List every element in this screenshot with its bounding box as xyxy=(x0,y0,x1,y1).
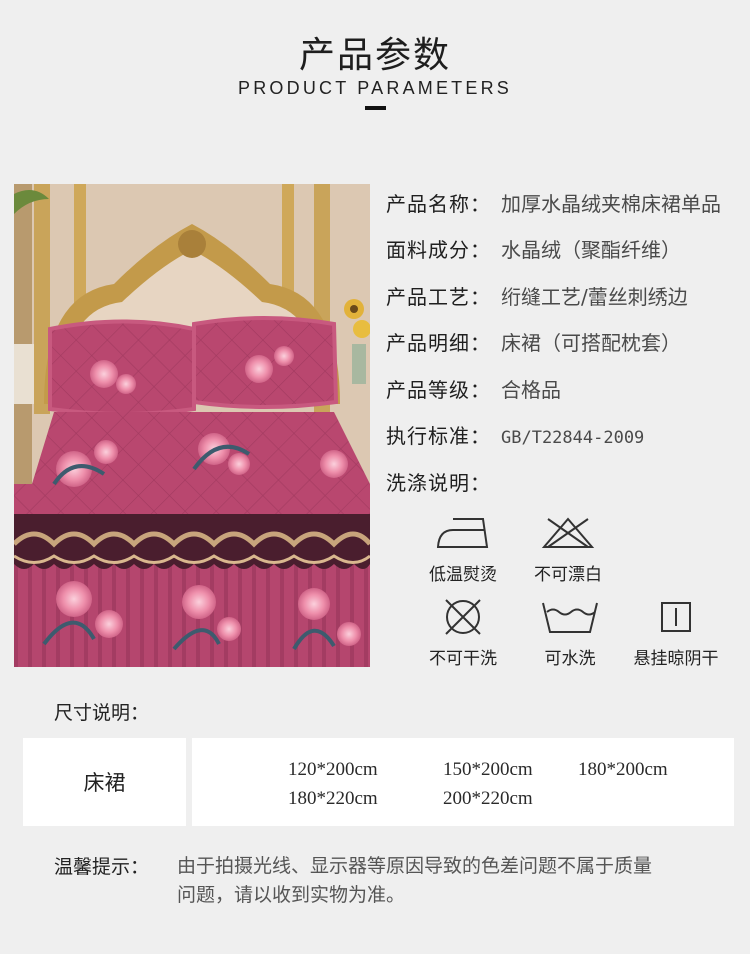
param-value: 水晶绒（聚酯纤维） xyxy=(501,238,681,262)
param-label: 产品工艺： xyxy=(386,285,491,309)
param-value: 合格品 xyxy=(501,378,561,402)
care-item-dryclean: 不可干洗 xyxy=(408,594,518,669)
param-row-material: 面料成分： 水晶绒（聚酯纤维） xyxy=(386,234,681,263)
care-label: 不可漂白 xyxy=(534,565,602,585)
care-label: 低温熨烫 xyxy=(429,565,497,585)
tip-label: 温馨提示： xyxy=(54,856,150,878)
param-label: 产品名称： xyxy=(386,192,491,216)
param-value: 绗缝工艺/蕾丝刺绣边 xyxy=(501,285,688,309)
param-row-washing: 洗涤说明： xyxy=(386,467,491,496)
param-label: 洗涤说明： xyxy=(386,471,491,495)
size-product-cell: 床裙 xyxy=(23,738,186,826)
tip-line: 问题，请以收到实物为准。 xyxy=(177,884,406,906)
size-value: 200*220cm xyxy=(443,788,533,809)
no-dry-clean-icon xyxy=(408,594,518,640)
param-label: 面料成分： xyxy=(386,238,491,262)
param-value: 床裙（可搭配枕套） xyxy=(501,331,681,355)
title-divider xyxy=(365,106,386,110)
iron-low-icon xyxy=(408,510,518,556)
page-title: 产品参数 xyxy=(298,35,451,76)
size-heading: 尺寸说明： xyxy=(54,702,150,724)
care-label: 悬挂晾阴干 xyxy=(633,649,719,669)
param-row-name: 产品名称： 加厚水晶绒夹棉床裙单品 xyxy=(386,188,721,217)
param-label: 产品等级： xyxy=(386,378,491,402)
param-row-standard: 执行标准： GB/T22844-2009 xyxy=(386,420,644,449)
size-value: 180*200cm xyxy=(578,759,668,780)
care-item-hangdry: 悬挂晾阴干 xyxy=(621,594,731,669)
bed-skirt-illustration xyxy=(14,184,370,667)
param-label: 执行标准： xyxy=(386,424,491,448)
care-label: 不可干洗 xyxy=(429,649,497,669)
param-row-detail: 产品明细： 床裙（可搭配枕套） xyxy=(386,327,681,356)
no-bleach-icon xyxy=(513,510,623,556)
size-product-name: 床裙 xyxy=(83,771,126,795)
care-item-wash: 可水洗 xyxy=(515,594,625,669)
param-value: 加厚水晶绒夹棉床裙单品 xyxy=(501,192,721,216)
tip-text: 由于拍摄光线、显示器等原因导致的色差问题不属于质量 问题，请以收到实物为准。 xyxy=(177,852,717,910)
size-value: 150*200cm xyxy=(443,759,533,780)
size-value: 180*220cm xyxy=(288,788,378,809)
care-item-iron: 低温熨烫 xyxy=(408,510,518,585)
washable-icon xyxy=(515,594,625,640)
care-item-bleach: 不可漂白 xyxy=(513,510,623,585)
care-label: 可水洗 xyxy=(544,649,596,669)
tip-line: 由于拍摄光线、显示器等原因导致的色差问题不属于质量 xyxy=(177,855,653,877)
param-row-craft: 产品工艺： 绗缝工艺/蕾丝刺绣边 xyxy=(386,281,688,310)
param-value: GB/T22844-2009 xyxy=(501,428,645,448)
size-value: 120*200cm xyxy=(288,759,378,780)
param-label: 产品明细： xyxy=(386,331,491,355)
hang-dry-shade-icon xyxy=(621,594,731,640)
param-row-grade: 产品等级： 合格品 xyxy=(386,374,561,403)
product-photo xyxy=(14,184,370,667)
size-values-cell: 120*200cm 150*200cm 180*200cm 180*220cm … xyxy=(192,738,734,826)
page-subtitle: PRODUCT PARAMETERS xyxy=(238,78,512,98)
